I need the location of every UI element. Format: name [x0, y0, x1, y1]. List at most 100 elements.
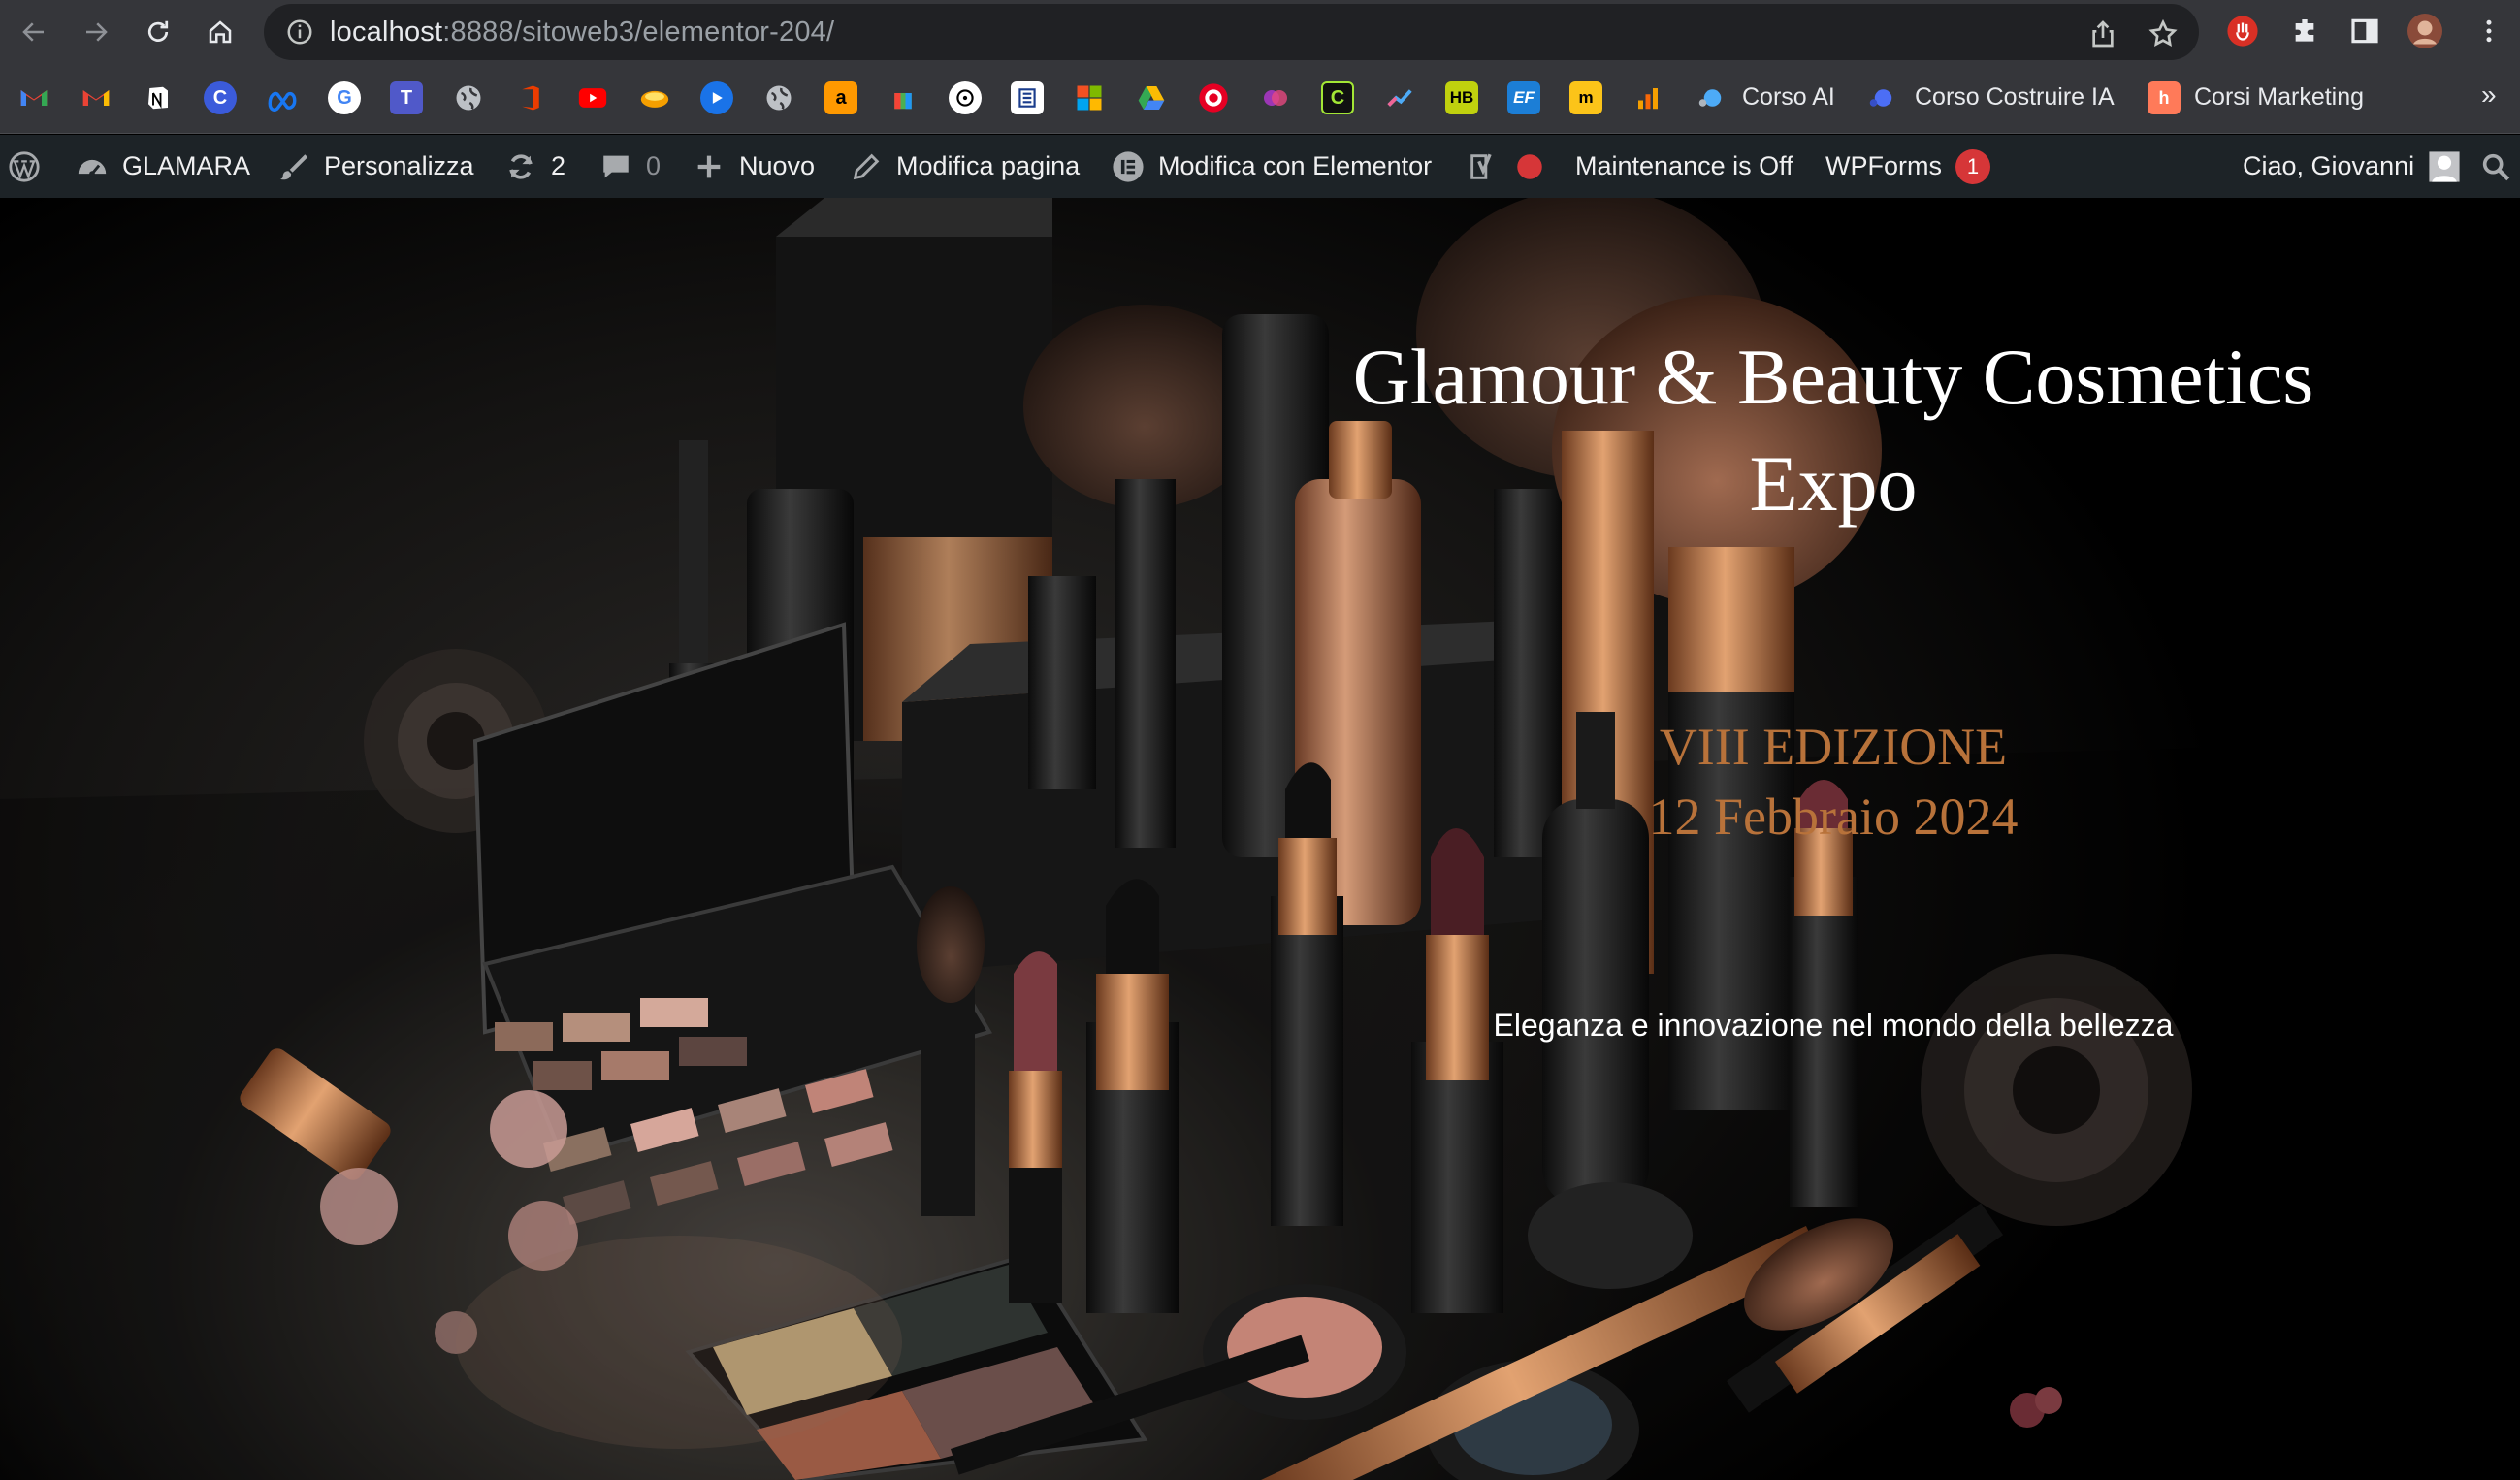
event-date: 12 Febbraio 2024 — [1648, 788, 2019, 846]
amazon-icon[interactable]: a — [824, 81, 857, 114]
customize-label: Personalizza — [324, 151, 474, 180]
comments-count: 0 — [646, 151, 662, 180]
wp-account[interactable]: Ciao, Giovanni — [2243, 135, 2461, 198]
hero-title-line-2: Expo — [1749, 439, 1918, 528]
hero-title: Glamour & Beauty Cosmetics Expo — [1280, 324, 2386, 537]
wp-site-name[interactable]: GLAMARA — [76, 135, 250, 198]
chrome-menu-icon[interactable] — [2472, 14, 2506, 48]
youtube-icon[interactable] — [576, 81, 609, 114]
wp-maintenance[interactable]: Maintenance is Off — [1575, 135, 1793, 198]
yoast-icon — [1467, 150, 1500, 183]
gmail-icon[interactable] — [80, 81, 113, 114]
avatar[interactable] — [2407, 14, 2442, 48]
puzzle-icon[interactable] — [2287, 14, 2322, 48]
wp-edit-page[interactable]: Modifica pagina — [850, 135, 1080, 198]
home-button[interactable] — [200, 12, 241, 52]
bookmark-corso-ai[interactable]: Corso AI — [1742, 83, 1835, 112]
c-icon[interactable]: C — [1321, 81, 1354, 114]
forward-button[interactable] — [76, 12, 116, 52]
wp-yoast[interactable] — [1467, 135, 1560, 198]
star-icon[interactable] — [2148, 18, 2179, 49]
user-avatar-icon — [2428, 150, 2461, 183]
drive-icon[interactable] — [1135, 81, 1168, 114]
corso-ai-icon — [1694, 81, 1727, 114]
info-icon[interactable] — [285, 17, 314, 47]
wp-admin-bar: GLAMARA Personalizza 2 0 Nuovo Modifica … — [0, 135, 2520, 198]
address-bar[interactable]: localhost:8888/sitoweb3/elementor-204/ — [264, 4, 2199, 60]
edition-label: VIII EDIZIONE — [1659, 718, 2008, 776]
new-label: Nuovo — [739, 151, 816, 180]
elementor-icon — [1112, 150, 1145, 183]
hero-edition-block: VIII EDIZIONE 12 Febbraio 2024 — [1494, 712, 2173, 852]
url-path: :8888/sitoweb3/elementor-204/ — [442, 16, 835, 48]
wp-new[interactable]: Nuovo — [693, 135, 815, 198]
globe-icon[interactable] — [762, 81, 795, 114]
bookmark-corsi-marketing[interactable]: Corsi Marketing — [2194, 83, 2364, 112]
microsoft-icon[interactable] — [1073, 81, 1106, 114]
edit-page-label: Modifica pagina — [896, 151, 1081, 180]
bookmarks-bar: C G T a C HB EF m Corso AI Corso Costrui… — [0, 64, 2520, 134]
hubspot-icon: h — [2148, 81, 2181, 114]
gift-icon[interactable] — [887, 81, 920, 114]
dashboard-icon — [76, 150, 109, 183]
teams-icon[interactable]: T — [390, 81, 423, 114]
greeting-label: Ciao, Giovanni — [2243, 151, 2415, 180]
wp-search[interactable] — [2479, 135, 2520, 198]
home-icon — [209, 20, 232, 44]
wp-comments[interactable]: 0 — [599, 135, 661, 198]
bookmarks-overflow-button[interactable]: » — [2481, 80, 2497, 111]
arrow-left-icon — [22, 22, 44, 42]
updates-count: 2 — [551, 151, 566, 180]
c-icon[interactable]: C — [204, 81, 237, 114]
brush-icon — [277, 150, 310, 183]
pinterest-icon[interactable] — [1197, 81, 1230, 114]
browser-toolbar: localhost:8888/sitoweb3/elementor-204/ — [0, 0, 2520, 64]
comment-icon — [599, 150, 632, 183]
plus-icon — [693, 150, 726, 183]
hb-icon[interactable]: HB — [1445, 81, 1478, 114]
deal-icon[interactable] — [638, 81, 671, 114]
wordpress-icon — [8, 150, 41, 183]
hero-title-line-1: Glamour & Beauty Cosmetics — [1352, 333, 2314, 421]
arrow-right-icon — [86, 22, 108, 42]
edit-elementor-label: Modifica con Elementor — [1158, 151, 1433, 180]
back-button[interactable] — [14, 12, 54, 52]
meta-icon[interactable] — [266, 81, 299, 114]
chart-icon[interactable] — [1383, 81, 1416, 114]
office-icon[interactable] — [514, 81, 547, 114]
side-panel-icon[interactable] — [2347, 14, 2382, 48]
wpforms-badge: 1 — [1955, 148, 1990, 184]
wp-updates[interactable]: 2 — [504, 135, 565, 198]
gmail-icon[interactable] — [17, 81, 50, 114]
site-name-label: GLAMARA — [122, 151, 251, 180]
updates-icon — [504, 150, 537, 183]
wpforms-label: WPForms — [1825, 151, 1942, 180]
corso-costruire-ia-icon — [1864, 81, 1897, 114]
url-text[interactable]: localhost:8888/sitoweb3/elementor-204/ — [330, 16, 834, 48]
chatgpt-icon[interactable] — [949, 81, 982, 114]
url-host: localhost — [330, 16, 443, 48]
reload-icon — [147, 20, 169, 42]
play-icon[interactable] — [700, 81, 733, 114]
wp-customize[interactable]: Personalizza — [277, 135, 474, 198]
bookmark-corso-costruire-ia[interactable]: Corso Costruire IA — [1915, 83, 2115, 112]
notion-icon[interactable] — [142, 81, 175, 114]
seo-status-dot-icon — [1513, 150, 1546, 183]
share-icon[interactable] — [2087, 18, 2118, 49]
hero-tagline: Eleganza e innovazione nel mondo della b… — [1493, 1008, 2174, 1043]
circle-icon[interactable] — [1259, 81, 1292, 114]
wp-wpforms[interactable]: WPForms 1 — [1825, 135, 1990, 198]
wp-edit-elementor[interactable]: Modifica con Elementor — [1112, 135, 1432, 198]
wp-logo-menu[interactable] — [8, 135, 54, 198]
maintenance-label: Maintenance is Off — [1575, 151, 1793, 180]
google-icon[interactable]: G — [328, 81, 361, 114]
pencil-icon — [850, 150, 883, 183]
reload-button[interactable] — [138, 12, 178, 52]
book-icon[interactable] — [1011, 81, 1044, 114]
extension-shield-icon[interactable] — [2225, 14, 2260, 48]
globe-icon[interactable] — [452, 81, 485, 114]
bar-chart-icon[interactable] — [1632, 81, 1664, 114]
m-icon[interactable]: m — [1569, 81, 1602, 114]
search-icon — [2479, 150, 2512, 183]
ef-icon[interactable]: EF — [1507, 81, 1540, 114]
